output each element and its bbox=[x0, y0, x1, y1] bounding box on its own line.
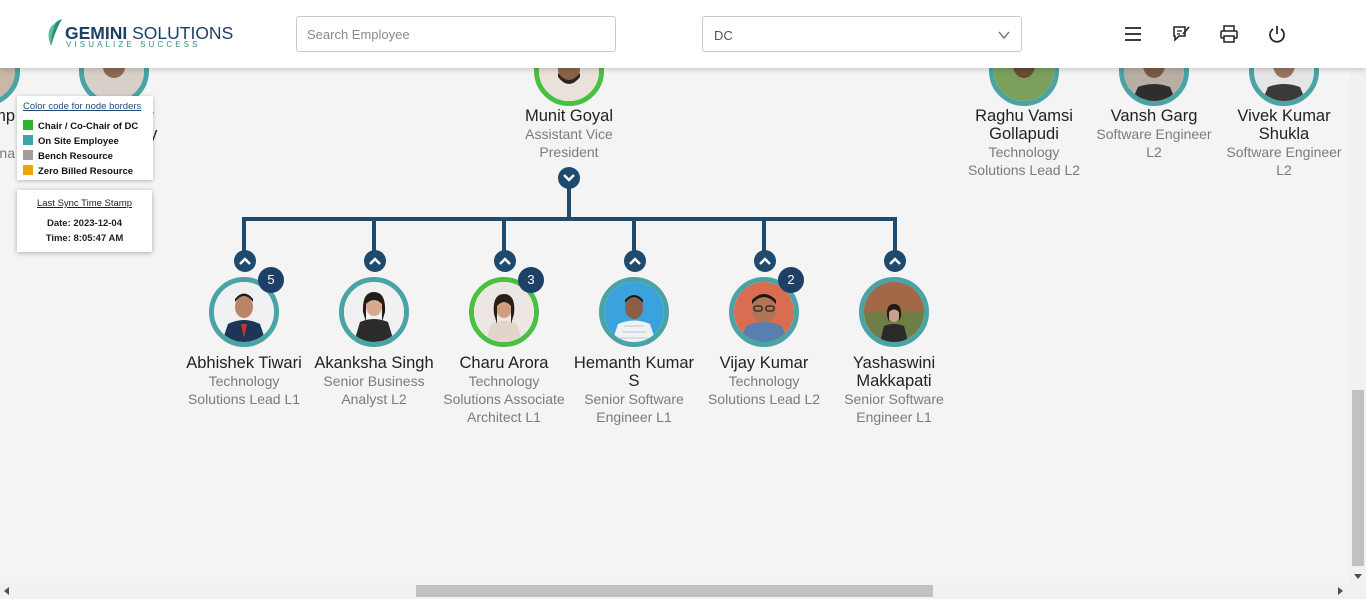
chevron-up-icon bbox=[369, 257, 381, 265]
employee-name[interactable]: Charu Arora bbox=[439, 354, 569, 372]
employee-name[interactable]: Vijay Kumar bbox=[699, 354, 829, 372]
chevron-down-icon bbox=[998, 31, 1010, 40]
feedback-icon[interactable] bbox=[1171, 24, 1191, 44]
leaf-logo-icon bbox=[48, 19, 62, 46]
direct-reports-badge: 3 bbox=[518, 267, 544, 293]
legend-swatch bbox=[23, 120, 33, 130]
legend-item-label: Bench Resource bbox=[38, 151, 113, 162]
sync-title: Last Sync Time Stamp bbox=[36, 198, 133, 209]
legend-item: Chair / Co-Chair of DC bbox=[23, 120, 138, 132]
legend-swatch bbox=[23, 135, 33, 145]
dc-select[interactable]: DC bbox=[702, 16, 1022, 52]
connector-line bbox=[567, 188, 571, 220]
legend-item: On Site Employee bbox=[23, 135, 119, 147]
connector-line bbox=[242, 217, 897, 221]
power-icon[interactable] bbox=[1267, 24, 1287, 44]
legend-item: Zero Billed Resource bbox=[23, 165, 133, 177]
employee-role: Software Engineer L2 bbox=[1226, 144, 1342, 178]
legend-swatch bbox=[23, 150, 33, 160]
legend-title: Color code for node borders bbox=[23, 101, 142, 112]
chevron-up-icon bbox=[759, 257, 771, 265]
scroll-left-arrow-icon[interactable] bbox=[4, 587, 9, 595]
vertical-scroll-thumb[interactable] bbox=[1352, 390, 1364, 566]
search-employee-input[interactable] bbox=[296, 16, 616, 52]
employee-role: Technology Solutions Associate Architect… bbox=[443, 373, 565, 425]
employee-name[interactable]: Yashaswini Makkapati bbox=[829, 354, 959, 390]
direct-reports-badge: 2 bbox=[778, 267, 804, 293]
logo-tagline: VISUALIZE SUCCESS bbox=[66, 40, 201, 49]
employee-avatar[interactable] bbox=[859, 277, 929, 347]
employee-name[interactable]: Raghu Vamsi Gollapudi bbox=[959, 107, 1089, 143]
sync-time: Time: 8:05:47 AM bbox=[45, 233, 124, 244]
collapse-toggle[interactable] bbox=[558, 167, 580, 189]
direct-reports-badge: 5 bbox=[258, 267, 284, 293]
expand-toggle[interactable] bbox=[884, 250, 906, 272]
print-icon[interactable] bbox=[1219, 24, 1239, 44]
sync-date: Date: 2023-12-04 bbox=[47, 218, 122, 229]
expand-toggle[interactable] bbox=[234, 250, 256, 272]
legend-item-label: On Site Employee bbox=[38, 136, 119, 147]
horizontal-scroll-thumb[interactable] bbox=[416, 585, 933, 597]
partial-node-name: mi mp bbox=[0, 107, 15, 125]
expand-toggle[interactable] bbox=[754, 250, 776, 272]
legend-item-label: Chair / Co-Chair of DC bbox=[38, 121, 139, 132]
expand-toggle[interactable] bbox=[494, 250, 516, 272]
legend-item: Bench Resource bbox=[23, 150, 113, 162]
employee-avatar[interactable] bbox=[1249, 68, 1319, 106]
employee-role: Senior Business Analyst L2 bbox=[323, 373, 425, 407]
employee-avatar[interactable] bbox=[1119, 68, 1189, 106]
employee-name[interactable]: Vansh Garg bbox=[1089, 107, 1219, 125]
expand-toggle[interactable] bbox=[364, 250, 386, 272]
employee-role: Technology Solutions Lead L1 bbox=[187, 373, 301, 407]
chevron-up-icon bbox=[889, 257, 901, 265]
legend-swatch bbox=[23, 165, 33, 175]
org-chart[interactable]: mi mp na ry ny re Munit Goyal Assistant … bbox=[0, 68, 1350, 583]
legend-item-label: Zero Billed Resource bbox=[38, 166, 134, 177]
last-sync-panel: Last Sync Time Stamp Date: 2023-12-04 Ti… bbox=[17, 190, 152, 252]
vertical-scrollbar[interactable] bbox=[1350, 68, 1366, 583]
employee-name[interactable]: Abhishek Tiwari bbox=[179, 354, 309, 372]
scroll-down-arrow-icon[interactable] bbox=[1354, 574, 1362, 579]
expand-toggle[interactable] bbox=[624, 250, 646, 272]
employee-avatar[interactable] bbox=[339, 277, 409, 347]
chevron-down-icon bbox=[563, 174, 575, 182]
employee-role: Software Engineer L2 bbox=[1096, 126, 1212, 160]
employee-role: Senior Software Engineer L1 bbox=[844, 391, 944, 425]
employee-role: Technology Solutions Lead L2 bbox=[707, 373, 821, 407]
menu-icon[interactable] bbox=[1123, 24, 1143, 44]
chevron-up-icon bbox=[499, 257, 511, 265]
border-color-legend: Color code for node borders Chair / Co-C… bbox=[17, 96, 153, 180]
chevron-up-icon bbox=[629, 257, 641, 265]
chevron-up-icon bbox=[239, 257, 251, 265]
employee-name[interactable]: Akanksha Singh bbox=[309, 354, 439, 372]
dc-select-value: DC bbox=[714, 28, 733, 43]
root-node-name[interactable]: Munit Goyal bbox=[504, 107, 634, 125]
horizontal-scrollbar[interactable] bbox=[0, 583, 1366, 599]
root-node-role: Assistant Vice President bbox=[525, 126, 613, 160]
top-header: GEMINI SOLUTIONS VISUALIZE SUCCESS DC bbox=[0, 0, 1366, 68]
employee-avatar[interactable] bbox=[989, 68, 1059, 106]
scroll-right-arrow-icon[interactable] bbox=[1338, 587, 1343, 595]
root-avatar[interactable] bbox=[534, 68, 604, 106]
employee-role: Technology Solutions Lead L2 bbox=[967, 144, 1081, 178]
company-logo[interactable]: GEMINI SOLUTIONS VISUALIZE SUCCESS bbox=[46, 17, 233, 51]
employee-role: Senior Software Engineer L1 bbox=[584, 391, 684, 425]
employee-avatar[interactable] bbox=[599, 277, 669, 347]
partial-node-role: na bbox=[0, 145, 15, 161]
employee-name[interactable]: Vivek Kumar Shukla bbox=[1219, 107, 1349, 143]
employee-name[interactable]: Hemanth Kumar S bbox=[569, 354, 699, 390]
